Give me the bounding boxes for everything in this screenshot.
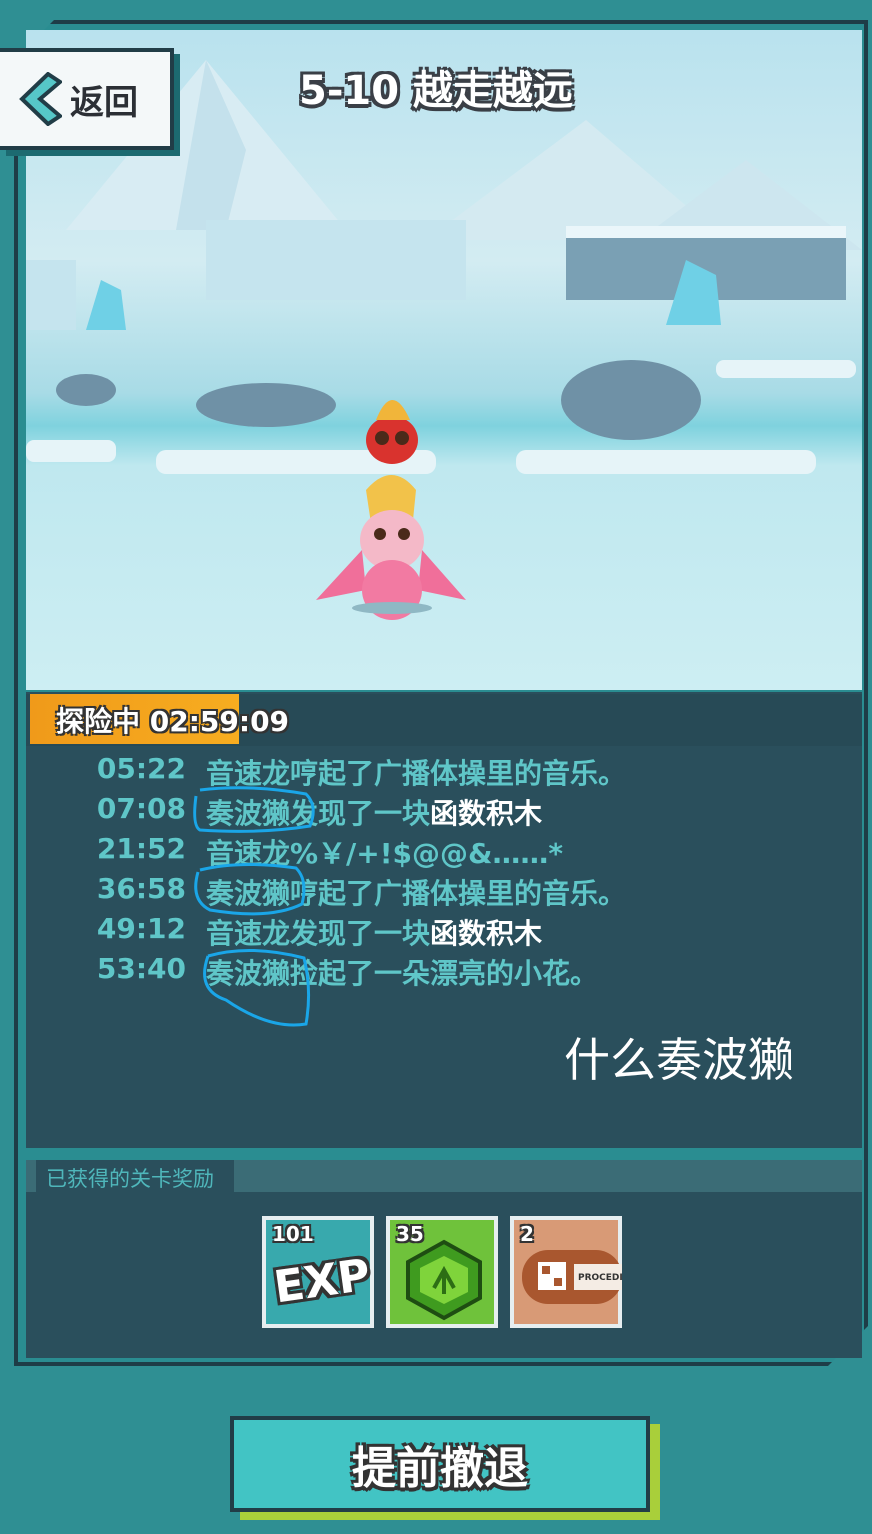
green-gem-icon (406, 1239, 482, 1321)
retreat-label: 提前撤退 (352, 1443, 528, 1494)
reward-procedure-chip[interactable]: 2 PROCEDI (510, 1216, 622, 1328)
handwritten-comment: 什么奏波獭 (564, 1033, 794, 1087)
reward-gem[interactable]: 35 (386, 1216, 498, 1328)
rewards-label: 已获得的关卡奖励 (46, 1167, 214, 1191)
exp-icon: EXP (270, 1249, 374, 1314)
reward-exp[interactable]: 101 EXP (262, 1216, 374, 1328)
reward-count: 101 (272, 1222, 314, 1246)
procedure-chip-icon: PROCEDI (522, 1250, 622, 1304)
chip-text: PROCEDI (578, 1273, 622, 1283)
retreat-button[interactable]: 提前撤退 (230, 1416, 650, 1512)
